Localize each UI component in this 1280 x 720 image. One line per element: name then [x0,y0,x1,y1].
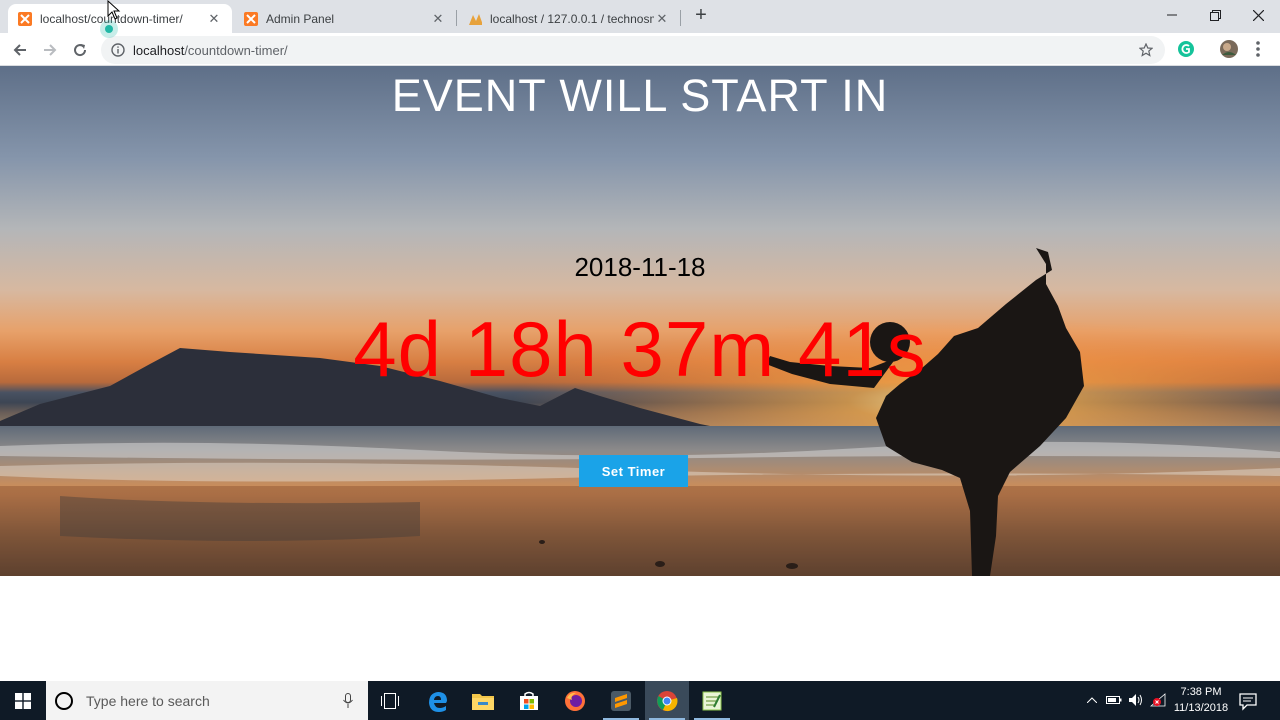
taskbar-firefox[interactable] [553,681,597,720]
set-timer-button[interactable]: Set Timer [579,455,688,487]
url-host: localhost [133,42,185,58]
clock-date: 11/13/2018 [1173,702,1229,714]
mouse-cursor-icon [107,0,121,20]
forward-button[interactable] [38,38,62,62]
battery-icon[interactable] [1106,692,1122,708]
taskbar-store[interactable] [507,681,551,720]
show-hidden-icons-button[interactable] [1084,692,1100,708]
tab-admin-panel[interactable]: Admin Panel ✕ [234,4,456,33]
tab-phpmyadmin[interactable]: localhost / 127.0.0.1 / technosma ✕ [458,4,680,33]
cortana-icon [55,691,73,710]
clock-time: 7:38 PM [1180,686,1222,698]
address-bar[interactable]: localhost/countdown-timer/ [101,36,1165,64]
bookmark-star-icon[interactable] [1139,43,1153,57]
tab-title: localhost / 127.0.0.1 / technosma [490,11,654,26]
xampp-favicon-icon [18,11,32,26]
browser-toolbar: localhost/countdown-timer/ [0,33,1280,66]
taskbar-edge[interactable] [416,681,460,720]
url-path: /countdown-timer/ [184,42,288,58]
event-heading: EVENT WILL START IN [391,70,889,121]
microphone-icon[interactable] [342,692,354,709]
countdown-timer: 4d 18h 37m 41s [353,305,927,393]
taskbar-search-box[interactable]: Type here to search [46,681,368,720]
new-tab-button[interactable]: + [690,5,712,27]
notepad-icon [702,691,722,710]
taskbar-file-explorer[interactable] [461,681,505,720]
action-center-icon[interactable] [1238,691,1258,711]
taskbar-chrome[interactable] [645,681,689,720]
profile-avatar-icon[interactable] [1219,39,1239,59]
system-clock[interactable]: 7:38 PM 11/13/2018 [1168,684,1234,716]
tab-separator [456,10,457,26]
back-button[interactable] [8,38,32,62]
close-window-button[interactable] [1235,0,1280,30]
store-bag-icon [520,691,538,710]
restore-button[interactable] [1192,0,1238,30]
grammarly-extension-icon[interactable] [1176,39,1196,59]
xampp-favicon-icon [244,11,258,26]
task-view-icon [381,692,399,709]
tab-title: localhost/countdown-timer/ [40,11,183,26]
info-icon[interactable] [111,43,125,57]
arrow-left-icon [13,44,26,56]
folder-icon [472,693,494,710]
taskbar-notepad-plus[interactable] [690,681,734,720]
event-date: 2018-11-18 [574,252,706,282]
browser-tab-strip: localhost/countdown-timer/ ✕ Admin Panel… [0,0,1280,33]
url-text[interactable]: localhost/countdown-timer/ [133,43,288,58]
close-icon[interactable]: ✕ [206,11,222,27]
loading-indicator-icon [100,20,118,38]
reload-icon [74,44,87,57]
firefox-icon [565,690,585,711]
start-button[interactable] [0,681,46,720]
chrome-icon [657,690,678,711]
reload-button[interactable] [68,38,92,62]
page-content: EVENT WILL START IN 2018-11-18 4d 18h 37… [0,66,1280,681]
task-view-button[interactable] [368,681,412,720]
hero-background-image: EVENT WILL START IN 2018-11-18 4d 18h 37… [0,66,1280,576]
menu-dots-icon[interactable] [1250,39,1266,59]
windows-logo-icon [15,692,31,709]
minimize-button[interactable] [1149,0,1195,30]
network-disconnected-icon[interactable] [1150,692,1166,708]
tab-separator [680,10,681,26]
arrow-right-icon [44,44,57,56]
sublime-text-icon [611,690,631,711]
windows-taskbar: Type here to search 7:38 PM 11/13/2018 [0,681,1280,720]
edge-icon [429,691,447,712]
search-placeholder: Type here to search [86,692,210,709]
volume-icon[interactable] [1128,692,1144,708]
tab-title: Admin Panel [266,11,335,26]
close-icon[interactable]: ✕ [430,11,446,27]
phpmyadmin-favicon-icon [468,12,482,26]
taskbar-sublime[interactable] [599,681,643,720]
close-icon[interactable]: ✕ [654,11,670,27]
